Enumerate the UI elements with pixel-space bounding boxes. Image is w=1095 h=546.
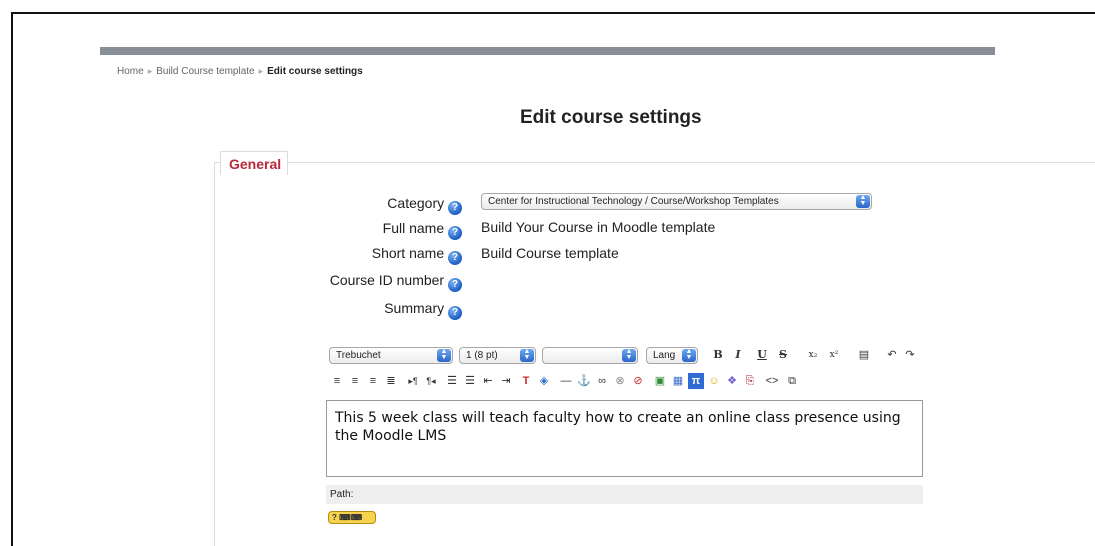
indent-icon[interactable]: ⇥ (498, 373, 514, 389)
help-icon[interactable]: ? (448, 201, 462, 215)
breadcrumb: Home ▸ Build Course template ▸ Edit course s… (117, 66, 363, 77)
select-arrows-icon: ▲ ▼ (622, 348, 636, 362)
summary-label: Summary (384, 300, 445, 316)
format-select[interactable]: ▲ ▼ (542, 347, 638, 364)
insert-smiley-icon[interactable]: ☺ (706, 373, 722, 389)
underline-button[interactable]: U (755, 347, 769, 363)
insert-table-icon[interactable]: ▦ (670, 373, 686, 389)
help-icon[interactable]: ? (448, 306, 462, 320)
page-title: Edit course settings (520, 107, 702, 128)
horizontal-rule-icon[interactable]: — (558, 373, 574, 389)
align-justify-icon[interactable]: ≣ (383, 373, 399, 389)
text-color-icon[interactable]: T (518, 373, 534, 389)
clean-word-icon[interactable]: ▤ (856, 347, 872, 363)
subscript-button[interactable]: x₂ (805, 347, 821, 363)
search-replace-icon[interactable]: ⎘ (742, 373, 758, 389)
fullname-label: Full name (382, 220, 445, 236)
font-family-value: Trebuchet (336, 350, 381, 361)
undo-icon[interactable]: ↶ (884, 347, 900, 363)
editor-help-button[interactable]: ? ⌨⌨ (328, 511, 376, 524)
select-arrows-icon: ▲ ▼ (682, 348, 696, 362)
category-select-value: Center for Instructional Technology / Co… (488, 196, 779, 207)
align-left-icon[interactable]: ≡ (329, 373, 345, 389)
rtl-icon[interactable]: ¶◂ (423, 373, 439, 389)
help-key-label: ? (332, 513, 337, 522)
breadcrumb-separator-icon: ▸ (147, 66, 153, 76)
font-size-value: 1 (8 pt) (466, 350, 498, 361)
insert-image-icon[interactable]: ▣ (652, 373, 668, 389)
font-size-select[interactable]: 1 (8 pt) ▲ ▼ (459, 347, 536, 364)
ordered-list-icon[interactable]: ☰ (444, 373, 460, 389)
select-arrows-icon: ▲ ▼ (520, 348, 534, 362)
breadcrumb-course-link[interactable]: Build Course template (156, 66, 254, 77)
idnumber-label: Course ID number (329, 272, 445, 288)
lang-value: Lang (653, 350, 676, 361)
breadcrumb-home-link[interactable]: Home (117, 66, 144, 77)
bold-button[interactable]: B (711, 347, 725, 363)
insert-char-icon[interactable]: ❖ (724, 373, 740, 389)
insert-math-icon[interactable]: π (688, 373, 704, 389)
shortname-label: Short name (371, 245, 445, 261)
breadcrumb-separator-icon: ▸ (258, 66, 264, 76)
header-bar (100, 47, 995, 55)
background-color-icon[interactable]: ◈ (536, 373, 552, 389)
keyboard-icon: ⌨⌨ (339, 513, 363, 522)
align-center-icon[interactable]: ≡ (347, 373, 363, 389)
redo-icon[interactable]: ↷ (902, 347, 918, 363)
unordered-list-icon[interactable]: ☰ (462, 373, 478, 389)
italic-button[interactable]: I (731, 347, 745, 363)
category-label: Category (387, 195, 445, 211)
lang-select[interactable]: Lang ▲ ▼ (646, 347, 698, 364)
superscript-button[interactable]: x² (826, 347, 842, 363)
shortname-value: Build Course template (481, 245, 619, 261)
anchor-icon[interactable]: ⚓ (576, 373, 592, 389)
fullscreen-icon[interactable]: ⧉ (784, 373, 800, 389)
nolink-icon[interactable]: ⊘ (630, 373, 646, 389)
select-arrows-icon: ▲ ▼ (437, 348, 451, 362)
help-icon[interactable]: ? (448, 278, 462, 292)
breadcrumb-current: Edit course settings (267, 66, 363, 77)
help-icon[interactable]: ? (448, 226, 462, 240)
html-source-icon[interactable]: <> (764, 373, 780, 389)
link-icon[interactable]: ∞ (594, 373, 610, 389)
select-arrows-icon: ▲ ▼ (856, 194, 870, 208)
font-family-select[interactable]: Trebuchet ▲ ▼ (329, 347, 453, 364)
strikethrough-button[interactable]: S (776, 347, 790, 363)
section-legend-general[interactable]: General (220, 151, 289, 175)
ltr-icon[interactable]: ▸¶ (405, 373, 421, 389)
fullname-value: Build Your Course in Moodle template (481, 219, 716, 235)
align-right-icon[interactable]: ≡ (365, 373, 381, 389)
editor-path-bar: Path: (326, 485, 923, 504)
summary-editor[interactable]: This 5 week class will teach faculty how… (326, 400, 923, 477)
help-icon[interactable]: ? (448, 251, 462, 265)
unlink-icon[interactable]: ⊗ (612, 373, 628, 389)
outdent-icon[interactable]: ⇤ (480, 373, 496, 389)
category-select[interactable]: Center for Instructional Technology / Co… (481, 193, 872, 210)
